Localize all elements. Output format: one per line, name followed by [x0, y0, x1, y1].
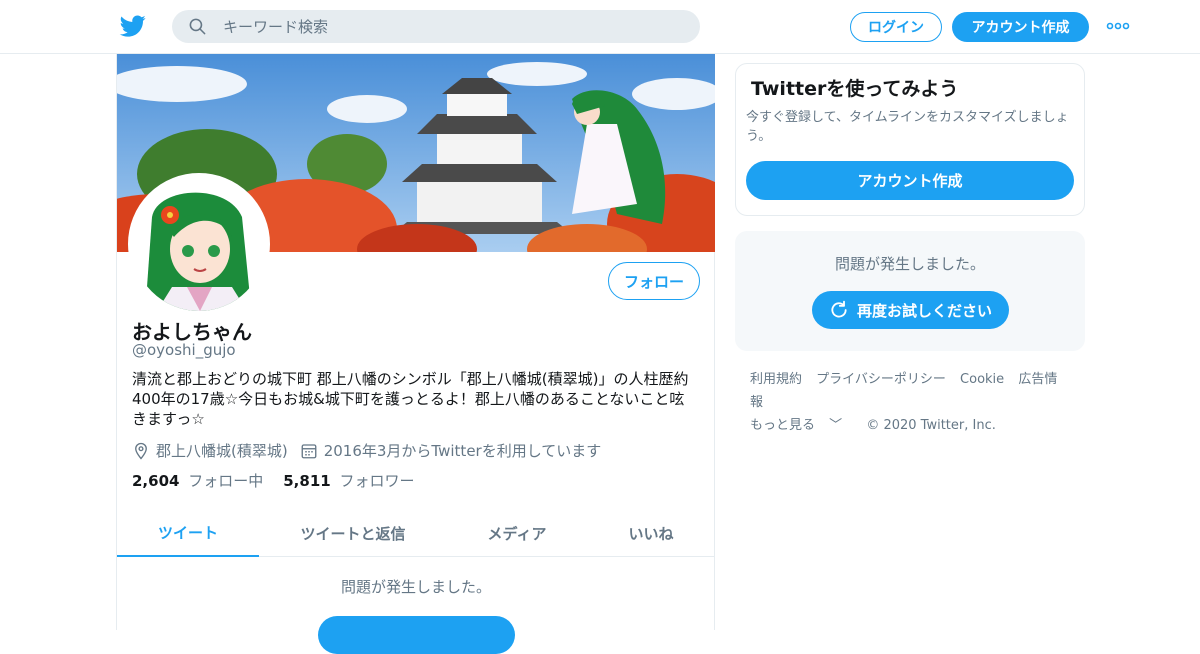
followers-stat[interactable]: 5,811 フォロワー — [283, 470, 414, 491]
followers-count: 5,811 — [283, 472, 331, 490]
signup-promo-card: Twitterを使ってみよう 今すぐ登録して、タイムラインをカスタマイズしましょ… — [735, 63, 1085, 216]
footer-terms-link[interactable]: 利用規約 — [750, 372, 802, 387]
following-count: 2,604 — [132, 472, 180, 490]
error-card: 問題が発生しました。 再度お試しください — [735, 231, 1085, 351]
chevron-down-icon: ﹀ — [829, 418, 843, 433]
profile-handle[interactable]: @oyoshi_gujo — [132, 341, 236, 359]
refresh-icon — [831, 300, 847, 318]
tab-tweets[interactable]: ツイート — [117, 510, 259, 557]
followers-label: フォロワー — [339, 472, 415, 490]
profile-location: 郡上八幡城(積翠城) — [156, 442, 288, 460]
footer-privacy-link[interactable]: プライバシーポリシー — [816, 372, 946, 387]
signup-card-button[interactable]: アカウント作成 — [746, 161, 1074, 200]
signup-card-title: Twitterを使ってみよう — [751, 78, 959, 100]
more-options-icon[interactable] — [1106, 18, 1130, 34]
following-label: フォロー中 — [188, 472, 264, 490]
top-navigation-bar: キーワード検索 ログイン アカウント作成 — [0, 0, 1200, 54]
signup-card-text: 今すぐ登録して、タイムラインをカスタマイズしましょう。 — [746, 110, 1069, 144]
profile-avatar[interactable] — [128, 173, 270, 315]
profile-column: フォロー およしちゃん @oyoshi_gujo 清流と郡上おどりの城下町 郡上… — [116, 54, 715, 654]
search-icon — [189, 18, 206, 35]
timeline-error-message: 問題が発生しました。 — [340, 578, 491, 596]
tab-media[interactable]: メディア — [447, 510, 587, 557]
search-box[interactable]: キーワード検索 — [172, 10, 700, 43]
calendar-icon — [301, 443, 317, 458]
profile-joined-date: 2016年3月からTwitterを利用しています — [323, 442, 602, 460]
footer-copyright: © 2020 Twitter, Inc. — [866, 418, 996, 433]
profile-stats: 2,604 フォロー中 5,811 フォロワー — [132, 470, 435, 491]
profile-bio: 清流と郡上おどりの城下町 郡上八幡のシンボル「郡上八幡城(積翠城)」の人柱歴約4… — [132, 370, 689, 428]
login-button[interactable]: ログイン — [850, 12, 942, 42]
following-stat[interactable]: 2,604 フォロー中 — [132, 470, 263, 491]
signup-button[interactable]: アカウント作成 — [952, 12, 1089, 42]
follow-button[interactable]: フォロー — [608, 262, 700, 300]
search-input[interactable]: キーワード検索 — [223, 16, 328, 37]
location-pin-icon — [135, 442, 147, 460]
twitter-logo-icon[interactable] — [119, 13, 147, 39]
tab-tweets-and-replies[interactable]: ツイートと返信 — [259, 510, 447, 557]
timeline-retry-button[interactable] — [318, 616, 515, 654]
profile-meta: 郡上八幡城(積翠城) 2016年3月からTwitterを利用しています — [132, 440, 601, 461]
footer-more-label: もっと見る — [750, 418, 816, 433]
tab-likes[interactable]: いいね — [587, 510, 715, 557]
retry-button[interactable]: 再度お試しください — [812, 291, 1009, 329]
retry-button-label: 再度お試しください — [856, 301, 992, 320]
footer-links: 利用規約 プライバシーポリシー Cookie 広告情報 もっと見る ﹀ © 20… — [750, 368, 1080, 437]
footer-cookie-link[interactable]: Cookie — [960, 372, 1004, 387]
profile-tabs: ツイート ツイートと返信 メディア いいね — [117, 510, 715, 557]
error-card-message: 問題が発生しました。 — [834, 255, 985, 273]
footer-more-link[interactable]: もっと見る ﹀ — [750, 418, 852, 433]
